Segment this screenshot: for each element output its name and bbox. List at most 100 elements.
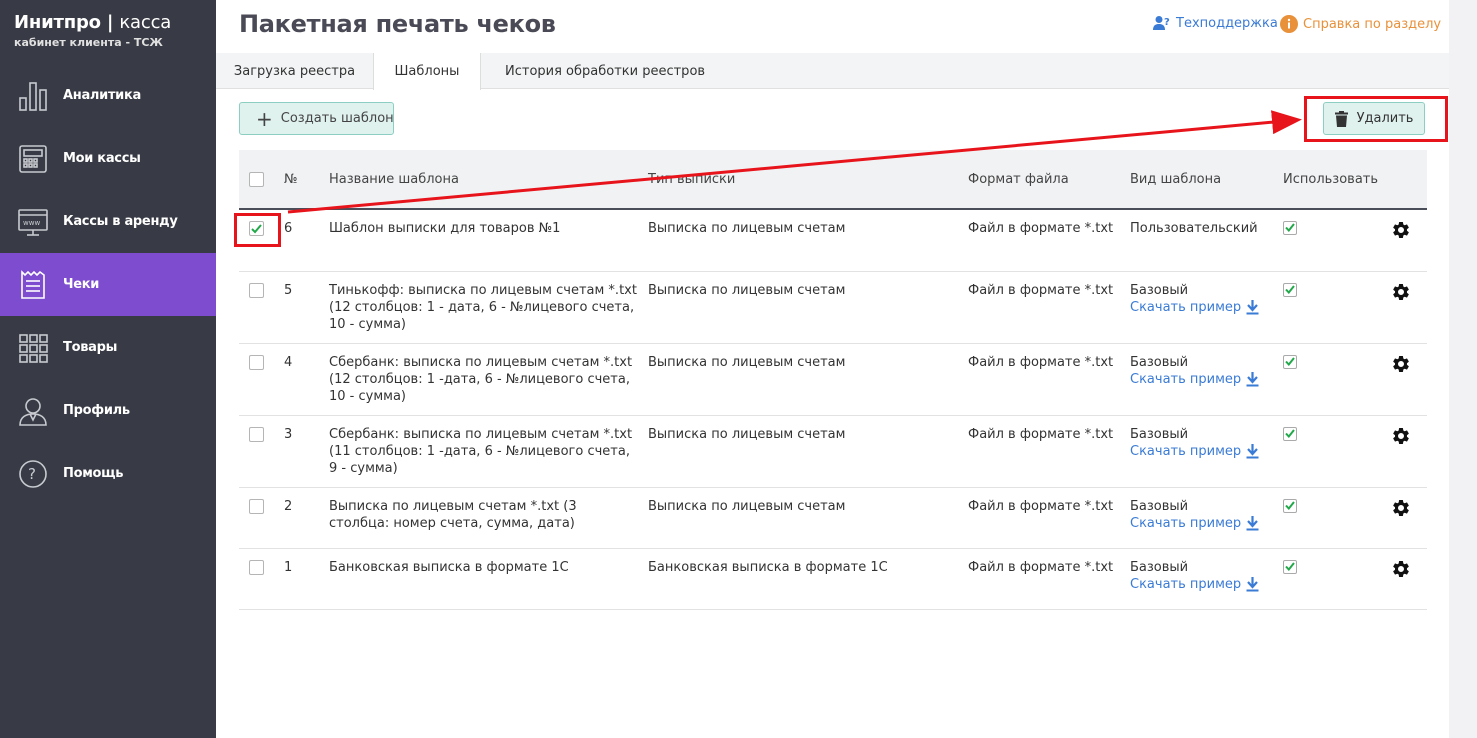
gear-icon xyxy=(1393,283,1409,300)
statement-type: Выписка по лицевым счетам xyxy=(648,221,846,236)
row-checkbox[interactable] xyxy=(249,560,264,575)
download-sample-link[interactable]: Скачать пример xyxy=(1130,299,1259,316)
create-template-button[interactable]: + Создать шаблон xyxy=(239,102,394,135)
template-name: Выписка по лицевым счетам *.txt (3 столб… xyxy=(329,499,577,531)
file-format: Файл в формате *.txt xyxy=(968,427,1114,442)
user-icon xyxy=(16,394,50,428)
tab-history[interactable]: История обработки реестров xyxy=(505,53,705,89)
sidebar-item-goods[interactable]: Товары xyxy=(0,316,216,379)
page-title: Пакетная печать чеков xyxy=(239,10,556,38)
template-kind-cell: Базовый Скачать пример xyxy=(1130,354,1259,388)
brand-logo[interactable]: Инитпро | касса кабинет клиента - ТСЖ xyxy=(14,12,171,49)
sidebar-nav: Аналитика Мои кассы www Кассы в аренду Ч… xyxy=(0,64,216,505)
sidebar-item-rent-registers[interactable]: www Кассы в аренду xyxy=(0,190,216,253)
row-number: 3 xyxy=(284,427,293,442)
table-header: № Название шаблона Тип выписки Формат фа… xyxy=(239,150,1427,210)
download-sample-label: Скачать пример xyxy=(1130,444,1242,459)
table-row[interactable]: 6 Шаблон выписки для товаров №1 Выписка по… xyxy=(239,210,1427,272)
tab-upload-registry[interactable]: Загрузка реестра xyxy=(216,53,373,89)
sidebar-item-receipts[interactable]: Чеки xyxy=(0,253,216,316)
download-sample-link[interactable]: Скачать пример xyxy=(1130,576,1259,593)
statement-type: Выписка по лицевым счетам xyxy=(648,355,846,370)
header-type[interactable]: Тип выписки xyxy=(648,150,735,208)
settings-gear-button[interactable] xyxy=(1391,354,1411,379)
use-checkbox[interactable] xyxy=(1283,559,1297,574)
template-kind: Базовый xyxy=(1130,499,1189,514)
file-format: Файл в формате *.txt xyxy=(968,560,1114,575)
statement-type: Выписка по лицевым счетам xyxy=(648,283,846,298)
table-row[interactable]: 4 Сбербанк: выписка по лицевым счетам *.t… xyxy=(239,344,1427,416)
tab-templates[interactable]: Шаблоны xyxy=(373,53,481,90)
sidebar-item-my-registers[interactable]: Мои кассы xyxy=(0,127,216,190)
row-checkbox[interactable] xyxy=(249,355,264,370)
header-name[interactable]: Название шаблона xyxy=(329,150,459,208)
header-format[interactable]: Формат файла xyxy=(968,150,1069,208)
use-checkbox[interactable] xyxy=(1283,354,1297,369)
sidebar-item-profile[interactable]: Профиль xyxy=(0,379,216,442)
row-number: 1 xyxy=(284,560,293,575)
row-checkbox[interactable] xyxy=(249,499,264,514)
annotation-delete-highlight xyxy=(1304,96,1448,142)
table-row[interactable]: 1 Банковская выписка в формате 1С Банковск… xyxy=(239,549,1427,610)
statement-type: Выписка по лицевым счетам xyxy=(648,499,846,514)
support-link[interactable]: ? Техподдержка xyxy=(1153,15,1278,31)
statement-type: Банковская выписка в формате 1С xyxy=(648,560,888,575)
settings-gear-button[interactable] xyxy=(1391,559,1411,584)
download-sample-link[interactable]: Скачать пример xyxy=(1130,371,1259,388)
cash-register-icon xyxy=(16,142,50,176)
download-sample-link[interactable]: Скачать пример xyxy=(1130,443,1259,460)
settings-gear-button[interactable] xyxy=(1391,220,1411,245)
sidebar-item-label: Кассы в аренду xyxy=(63,214,178,229)
template-name: Банковская выписка в формате 1С xyxy=(329,560,569,575)
table-row[interactable]: 2 Выписка по лицевым счетам *.txt (3 стол… xyxy=(239,488,1427,549)
sidebar-item-label: Профиль xyxy=(63,403,130,418)
template-name: Тинькофф: выписка по лицевым счетам *.tx… xyxy=(329,283,637,332)
table-row[interactable]: 3 Сбербанк: выписка по лицевым счетам *.t… xyxy=(239,416,1427,488)
grid-icon xyxy=(16,331,50,365)
table-row[interactable]: 5 Тинькофф: выписка по лицевым счетам *.t… xyxy=(239,272,1427,344)
settings-gear-button[interactable] xyxy=(1391,498,1411,523)
use-checkbox[interactable] xyxy=(1283,220,1297,235)
brand-subtitle: кабинет клиента - ТСЖ xyxy=(14,36,163,49)
sidebar-item-analytics[interactable]: Аналитика xyxy=(0,64,216,127)
row-number: 5 xyxy=(284,283,293,298)
template-kind: Базовый xyxy=(1130,355,1189,370)
settings-gear-button[interactable] xyxy=(1391,426,1411,451)
file-format: Файл в формате *.txt xyxy=(968,499,1114,514)
svg-text:?: ? xyxy=(28,465,36,483)
header-use[interactable]: Использовать xyxy=(1283,150,1378,208)
gear-icon xyxy=(1393,561,1409,577)
sidebar: Инитпро | касса кабинет клиента - ТСЖ Ан… xyxy=(0,0,216,738)
section-help-link[interactable]: Справка по разделу xyxy=(1280,15,1441,33)
gear-icon xyxy=(1393,427,1409,444)
file-format: Файл в формате *.txt xyxy=(968,283,1114,298)
svg-text:www: www xyxy=(23,219,40,227)
checkmark-icon xyxy=(1285,223,1295,232)
row-checkbox[interactable] xyxy=(249,427,264,442)
template-kind-cell: Базовый Скачать пример xyxy=(1130,426,1259,460)
use-checkbox[interactable] xyxy=(1283,426,1297,441)
sidebar-item-help[interactable]: ? Помощь xyxy=(0,442,216,505)
plus-icon: + xyxy=(256,106,273,131)
support-label: Техподдержка xyxy=(1176,15,1278,31)
sidebar-item-label: Товары xyxy=(63,340,118,355)
checkmark-icon xyxy=(1285,501,1295,510)
checkmark-icon xyxy=(1285,357,1295,366)
settings-gear-button[interactable] xyxy=(1391,282,1411,307)
header-kind[interactable]: Вид шаблона xyxy=(1130,150,1221,208)
template-name: Сбербанк: выписка по лицевым счетам *.tx… xyxy=(329,427,633,476)
template-kind: Пользовательский xyxy=(1130,221,1258,236)
download-icon xyxy=(1246,577,1259,592)
use-checkbox[interactable] xyxy=(1283,282,1297,297)
row-checkbox[interactable] xyxy=(249,283,264,298)
template-name: Шаблон выписки для товаров №1 xyxy=(329,221,561,236)
scrollbar-track[interactable] xyxy=(1449,0,1477,738)
gear-icon xyxy=(1393,355,1409,372)
template-kind-cell: Базовый Скачать пример xyxy=(1130,498,1259,532)
use-checkbox[interactable] xyxy=(1283,498,1297,513)
select-all-checkbox[interactable] xyxy=(249,171,264,187)
receipt-icon xyxy=(16,268,50,302)
download-sample-link[interactable]: Скачать пример xyxy=(1130,515,1259,532)
header-num: № xyxy=(284,171,298,187)
download-icon xyxy=(1246,516,1259,531)
